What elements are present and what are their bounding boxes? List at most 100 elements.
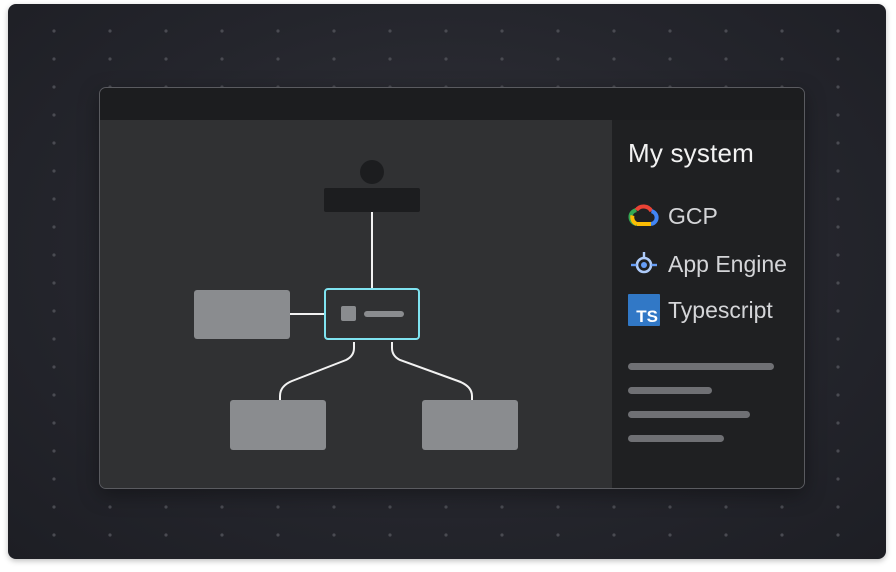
actor-node[interactable]: [324, 188, 420, 212]
placeholder-line: [628, 435, 724, 442]
grid-dot: [52, 57, 56, 61]
grid-dot: [52, 169, 56, 173]
grid-dot: [836, 85, 840, 89]
grid-dot: [52, 477, 56, 481]
grid-dot: [780, 29, 784, 33]
grid-dot: [52, 141, 56, 145]
grid-dot: [724, 29, 728, 33]
grid-dot: [220, 29, 224, 33]
grid-dot: [276, 505, 280, 509]
grid-dot: [52, 505, 56, 509]
grid-dot: [164, 57, 168, 61]
grid-dot: [444, 533, 448, 537]
grid-dot: [668, 57, 672, 61]
grid-dot: [164, 533, 168, 537]
grid-dot: [668, 29, 672, 33]
grid-dot: [836, 449, 840, 453]
node-left[interactable]: [194, 290, 290, 339]
grid-dot: [52, 421, 56, 425]
grid-dot: [556, 29, 560, 33]
grid-dot: [388, 57, 392, 61]
grid-dot: [836, 337, 840, 341]
node-label-placeholder: [364, 311, 404, 317]
grid-dot: [836, 505, 840, 509]
grid-dot: [52, 225, 56, 229]
grid-dot: [780, 533, 784, 537]
grid-dot: [780, 57, 784, 61]
grid-dot: [332, 57, 336, 61]
grid-dot: [836, 141, 840, 145]
tech-label-app-engine: App Engine: [668, 250, 787, 277]
placeholder-line: [628, 363, 774, 370]
grid-dot: [612, 533, 616, 537]
grid-dot: [724, 533, 728, 537]
grid-dot: [780, 505, 784, 509]
grid-dot: [388, 505, 392, 509]
grid-dot: [836, 225, 840, 229]
details-panel: My system GCP App Engine TS Typescript: [612, 120, 804, 488]
grid-dot: [52, 113, 56, 117]
grid-dot: [668, 505, 672, 509]
grid-dot: [332, 505, 336, 509]
grid-dot: [388, 29, 392, 33]
grid-dot: [836, 533, 840, 537]
google-cloud-icon: [628, 204, 659, 226]
tech-label-gcp: GCP: [668, 202, 718, 229]
grid-dot: [556, 505, 560, 509]
grid-dot: [668, 533, 672, 537]
grid-dot: [108, 533, 112, 537]
grid-dot: [52, 29, 56, 33]
placeholder-line: [628, 411, 750, 418]
grid-dot: [108, 57, 112, 61]
node-bottom-left[interactable]: [230, 400, 326, 450]
grid-dot: [108, 505, 112, 509]
grid-dot: [836, 393, 840, 397]
grid-dot: [220, 533, 224, 537]
tech-item-gcp[interactable]: GCP: [628, 200, 718, 232]
grid-dot: [556, 57, 560, 61]
grid-dot: [52, 253, 56, 257]
grid-dot: [612, 505, 616, 509]
grid-dot: [52, 197, 56, 201]
grid-dot: [52, 309, 56, 313]
grid-dot: [612, 29, 616, 33]
grid-dot: [836, 309, 840, 313]
window-titlebar: [100, 88, 804, 120]
grid-dot: [276, 533, 280, 537]
connector-bottom-right: [391, 342, 473, 401]
app-window: My system GCP App Engine TS Typescript: [99, 87, 805, 489]
actor-head[interactable]: [360, 160, 384, 184]
grid-dot: [724, 505, 728, 509]
grid-dot: [836, 29, 840, 33]
grid-dot: [52, 533, 56, 537]
grid-dot: [332, 29, 336, 33]
diagram-canvas[interactable]: [100, 120, 612, 488]
node-selected[interactable]: [324, 288, 420, 340]
tech-item-typescript[interactable]: TS Typescript: [628, 294, 773, 326]
system-diagram: [194, 160, 518, 450]
grid-dot: [220, 57, 224, 61]
panel-title: My system: [628, 138, 755, 168]
grid-dot: [444, 57, 448, 61]
grid-dot: [108, 29, 112, 33]
node-bottom-right[interactable]: [422, 400, 518, 450]
node-icon-placeholder: [341, 306, 356, 321]
grid-dot: [500, 505, 504, 509]
grid-dot: [164, 29, 168, 33]
grid-dot: [836, 197, 840, 201]
grid-dot: [836, 365, 840, 369]
connector-bottom-left: [279, 342, 355, 401]
tech-item-app-engine[interactable]: App Engine: [628, 248, 787, 280]
app-engine-icon: [631, 252, 657, 274]
background-frame: My system GCP App Engine TS Typescript: [8, 4, 886, 559]
grid-dot: [836, 421, 840, 425]
grid-dot: [52, 281, 56, 285]
typescript-icon-text: TS: [636, 307, 658, 326]
grid-dot: [388, 533, 392, 537]
grid-dot: [444, 505, 448, 509]
grid-dot: [276, 29, 280, 33]
grid-dot: [724, 57, 728, 61]
grid-dot: [836, 57, 840, 61]
grid-dot: [500, 533, 504, 537]
grid-dot: [444, 29, 448, 33]
